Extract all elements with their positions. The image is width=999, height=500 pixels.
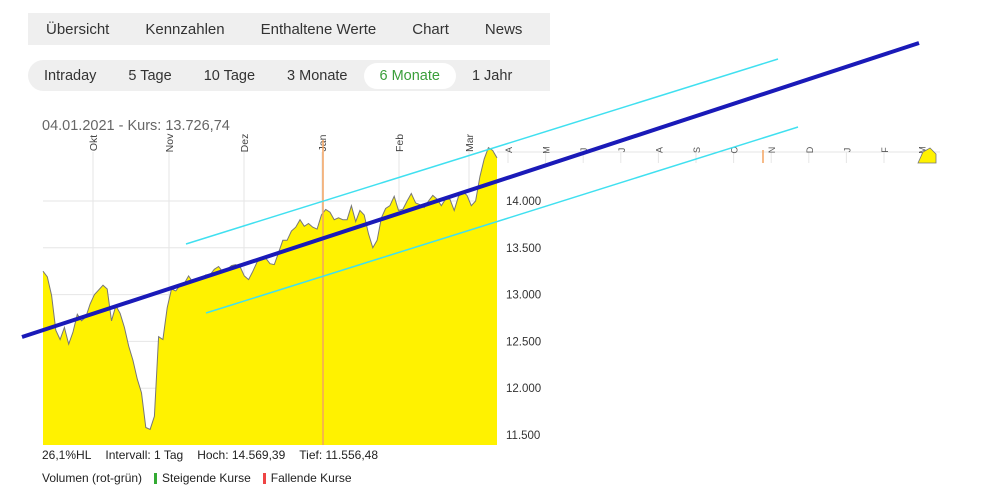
x-tick-label: Mar bbox=[464, 133, 476, 152]
future-tick-label: J bbox=[617, 148, 627, 153]
x-axis-labels: OktNovDezJanFebMar bbox=[88, 133, 476, 152]
future-tick-label: A bbox=[654, 147, 664, 153]
x-tick-label: Okt bbox=[88, 135, 100, 151]
x-tick-label: Feb bbox=[394, 134, 406, 152]
channel-line-lower bbox=[205, 126, 799, 314]
future-tick-label: F bbox=[880, 147, 890, 153]
future-tick-label: D bbox=[805, 146, 815, 153]
high-value: Hoch: 14.569,39 bbox=[197, 448, 286, 462]
y-axis-labels: 11.500 12.000 12.500 13.000 13.500 14.000 bbox=[506, 196, 541, 442]
future-tick-label: S bbox=[692, 147, 702, 153]
y-tick-label: 13.000 bbox=[506, 290, 541, 302]
falling-swatch bbox=[262, 472, 266, 484]
y-tick-label: 12.500 bbox=[506, 336, 541, 348]
y-tick-label: 14.000 bbox=[506, 196, 541, 208]
future-tick-label: M bbox=[542, 146, 552, 154]
y-tick-label: 11.500 bbox=[506, 430, 540, 442]
rising-swatch bbox=[154, 472, 158, 484]
future-tick-label: J bbox=[842, 148, 852, 153]
x-tick-label: Dez bbox=[239, 134, 251, 153]
rising-label: Steigende Kurse bbox=[162, 471, 251, 485]
volume-label: Volumen (rot-grün) bbox=[42, 471, 143, 485]
chart-info-bar: 26,1%HL Intervall: 1 Tag Hoch: 14.569,39… bbox=[42, 448, 392, 462]
future-tick-label: A bbox=[504, 147, 514, 153]
future-tick-label: N bbox=[767, 147, 777, 154]
falling-label: Fallende Kurse bbox=[270, 471, 352, 485]
y-tick-label: 13.500 bbox=[506, 243, 541, 255]
price-chart[interactable]: OktNovDezJanFebMar AMJJASONDJFM 11.50012… bbox=[0, 0, 999, 500]
hl-value: 26,1%HL bbox=[42, 448, 92, 462]
x-tick-label: Nov bbox=[164, 133, 176, 152]
volume-legend: Volumen (rot-grün) Steigende Kurse Falle… bbox=[42, 471, 352, 485]
price-area bbox=[43, 147, 497, 445]
y-tick-label: 12.000 bbox=[506, 383, 541, 395]
interval-value: Intervall: 1 Tag bbox=[105, 448, 184, 462]
low-value: Tief: 11.556,48 bbox=[299, 448, 379, 462]
